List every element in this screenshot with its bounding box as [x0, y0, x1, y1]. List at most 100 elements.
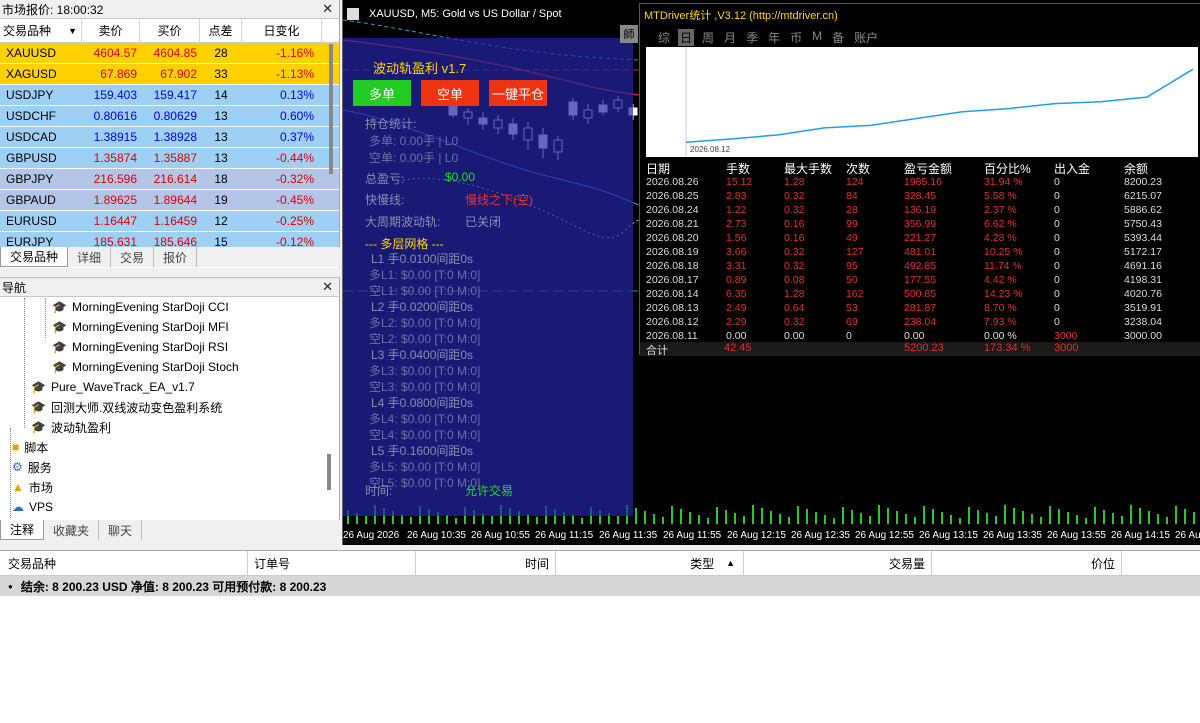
- stats-cell: 0: [1054, 204, 1060, 216]
- stats-cell: 0: [1054, 246, 1060, 258]
- stats-tab[interactable]: 币: [788, 29, 804, 46]
- stats-cell: 0.00: [784, 330, 805, 342]
- stats-cell: 328.45: [904, 190, 937, 202]
- nav-item-ea-wave[interactable]: 🎓 波动轨盈利: [31, 417, 111, 437]
- column-symbol[interactable]: 交易品种 ▼: [0, 19, 82, 42]
- nav-item-market[interactable]: ▲ 市场: [12, 477, 53, 497]
- column-change[interactable]: 日变化: [242, 19, 322, 42]
- symbol-row[interactable]: USDCHF 0.80616 0.80629 13 0.60%: [0, 106, 339, 127]
- nav-item-indicator-rsi[interactable]: 🎓 MorningEvening StarDoji RSI: [52, 337, 228, 357]
- symbol-row[interactable]: GBPJPY 216.596 216.614 18 -0.32%: [0, 169, 339, 190]
- spread-value: 14: [214, 88, 228, 102]
- column-price[interactable]: 价位: [932, 551, 1122, 575]
- stats-tab[interactable]: 月: [722, 29, 738, 46]
- stats-tab[interactable]: 季: [744, 29, 760, 46]
- tab-trading[interactable]: 交易: [111, 247, 155, 267]
- stats-tab[interactable]: 备: [830, 29, 846, 46]
- stats-tab[interactable]: 周: [700, 29, 716, 46]
- market-watch-titlebar: 市场报价: 18:00:32 ✕: [0, 0, 339, 19]
- symbol-row[interactable]: USDCAD 1.38915 1.38928 13 0.37%: [0, 127, 339, 148]
- volume-bar: [1175, 506, 1177, 524]
- close-icon[interactable]: ✕: [322, 279, 333, 295]
- nav-item-indicator-mfi[interactable]: 🎓 MorningEvening StarDoji MFI: [52, 317, 229, 337]
- column-ticket[interactable]: 订单号: [248, 551, 416, 575]
- ea-name-label: 波动轨盈利 v1.7: [373, 61, 467, 76]
- column-symbol[interactable]: 交易品种: [0, 551, 248, 575]
- column-ask[interactable]: 买价: [140, 19, 200, 42]
- tab-ticks[interactable]: 报价: [154, 247, 198, 267]
- volume-bar: [1067, 512, 1069, 524]
- stats-cell: 2026.08.17: [646, 274, 699, 286]
- market-watch-scrollbar[interactable]: [327, 44, 335, 244]
- stats-cell: 4.28 %: [984, 232, 1017, 244]
- stats-cell: 4691.16: [1124, 260, 1162, 272]
- balance-row: ● 结余: 8 200.23 USD 净值: 8 200.23 可用预付款: 8…: [0, 576, 1200, 596]
- time-axis-label: 26 Aug 12:55: [855, 530, 914, 541]
- stats-cell: 2026.08.21: [646, 218, 699, 230]
- stats-tab[interactable]: 综: [656, 29, 672, 46]
- volume-bar: [1022, 511, 1024, 524]
- close-icon[interactable]: ✕: [322, 1, 333, 17]
- nav-item-indicator-stoch[interactable]: 🎓 MorningEvening StarDoji Stoch: [52, 357, 239, 377]
- nav-item-indicator-cci[interactable]: 🎓 MorningEvening StarDoji CCI: [52, 297, 229, 317]
- symbol-row[interactable]: XAGUSD 67.869 67.902 33 -1.13%: [0, 64, 339, 85]
- ask-price: 1.89644: [153, 193, 197, 207]
- close-all-button[interactable]: 一键平仓: [489, 80, 547, 106]
- graduation-cap-icon: 🎓: [31, 400, 46, 414]
- stats-column-header: 最大手数: [784, 162, 833, 176]
- symbol-row[interactable]: EURUSD 1.16447 1.16459 12 -0.25%: [0, 211, 339, 232]
- symbol-row[interactable]: GBPUSD 1.35874 1.35887 13 -0.44%: [0, 148, 339, 169]
- volume-bar: [860, 513, 862, 524]
- stats-tab[interactable]: 日: [678, 29, 695, 46]
- column-type[interactable]: 类型 ▲: [556, 551, 744, 575]
- volume-bar: [995, 516, 997, 524]
- stats-cell: 0.89: [726, 274, 747, 286]
- trade-table-header: 交易品种 订单号 时间 类型 ▲ 交易量 价位: [0, 551, 1200, 576]
- market-watch-tabs: 交易品种 详细 交易 报价: [0, 247, 340, 267]
- nav-item-vps[interactable]: ☁ VPS: [12, 497, 53, 517]
- nav-item-ea-backtest[interactable]: 🎓 回测大师.双线波动变色盈利系统: [31, 397, 222, 417]
- stats-cell: 0.32: [784, 246, 805, 258]
- tab-symbols[interactable]: 交易品种: [0, 247, 69, 267]
- stats-tab[interactable]: 年: [766, 29, 782, 46]
- grid-level-buy: 多L4: $0.00 [T:0 M:0]: [369, 412, 481, 426]
- symbol-row[interactable]: GBPAUD 1.89625 1.89644 19 -0.45%: [0, 190, 339, 211]
- nav-item-ea-wavetrack[interactable]: 🎓 Pure_WaveTrack_EA_v1.7: [31, 377, 195, 397]
- stats-tab[interactable]: M: [810, 29, 824, 46]
- volume-bar: [365, 516, 367, 524]
- tab-chat[interactable]: 聊天: [99, 520, 143, 540]
- volume-bar: [1157, 514, 1159, 524]
- column-spread[interactable]: 点差: [200, 19, 242, 42]
- stats-cell: 0.00: [726, 330, 747, 342]
- volume-bar: [1130, 505, 1132, 524]
- stats-tab[interactable]: 账户: [852, 29, 880, 46]
- nav-item-services[interactable]: ⚙ 服务: [12, 457, 52, 477]
- stats-cell: 2.29: [726, 316, 747, 328]
- price-chart[interactable]: XAUUSD, M5: Gold vs US Dollar / Spot 師 波…: [342, 0, 1200, 545]
- navigator-scrollbar[interactable]: [327, 454, 331, 490]
- stats-cell: 0: [1054, 232, 1060, 244]
- stats-column-header: 余额: [1124, 162, 1149, 176]
- column-volume[interactable]: 交易量: [744, 551, 932, 575]
- sell-button[interactable]: 空单: [421, 80, 479, 106]
- volume-bar: [1193, 512, 1195, 524]
- tab-comments[interactable]: 注释: [0, 520, 45, 540]
- grid-level-head: L4 手0.0800间距0s: [371, 396, 474, 410]
- column-time[interactable]: 时间: [416, 551, 556, 575]
- stats-cell: 99: [846, 218, 858, 230]
- grid-level-sell: 空L3: $0.00 [T:0 M:0]: [369, 380, 481, 394]
- tab-details[interactable]: 详细: [68, 247, 112, 267]
- tab-favorites[interactable]: 收藏夹: [44, 520, 100, 540]
- volume-bar: [1058, 509, 1060, 524]
- graduation-cap-icon: 🎓: [52, 320, 67, 334]
- volume-bar: [1139, 508, 1141, 524]
- symbol-row[interactable]: USDJPY 159.403 159.417 14 0.13%: [0, 85, 339, 106]
- time-value: 允许交易: [465, 484, 514, 498]
- symbol-row[interactable]: XAUUSD 4604.57 4604.85 28 -1.16%: [0, 43, 339, 64]
- buy-button[interactable]: 多单: [353, 80, 411, 106]
- stats-cell: 2026.08.19: [646, 246, 699, 258]
- ea-icon[interactable]: 師: [620, 25, 638, 43]
- column-bid[interactable]: 卖价: [82, 19, 140, 42]
- nav-item-scripts[interactable]: ■ 脚本: [12, 437, 48, 457]
- stats-cell: 1.28: [784, 288, 805, 300]
